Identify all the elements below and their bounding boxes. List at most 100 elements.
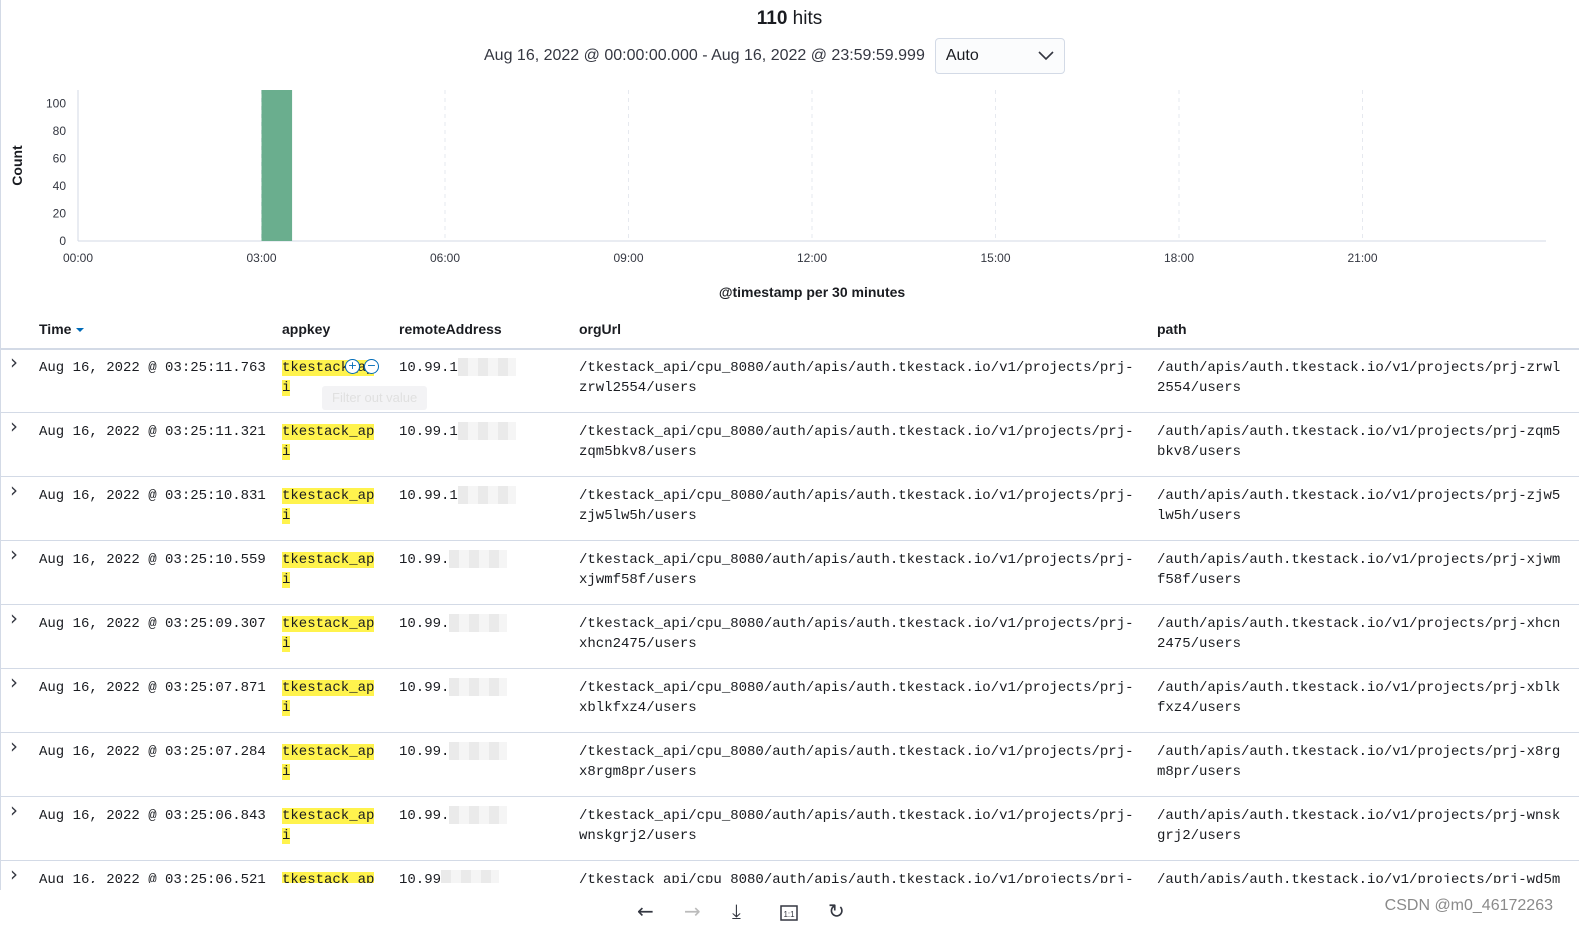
filter-out-tooltip: Filter out value bbox=[322, 386, 428, 410]
redacted-blur bbox=[457, 358, 516, 376]
column-header-path[interactable]: path bbox=[1157, 321, 1187, 337]
x-tick-label: 06:00 bbox=[430, 251, 460, 265]
arrow-right-icon[interactable]: → bbox=[684, 899, 701, 923]
appkey-cell: tkestack_api bbox=[282, 422, 382, 462]
expand-row-chevron-icon[interactable]: › bbox=[10, 800, 18, 820]
path-cell: /auth/apis/auth.tkestack.io/v1/projects/… bbox=[1157, 424, 1561, 460]
path-cell: /auth/apis/auth.tkestack.io/v1/projects/… bbox=[1157, 680, 1561, 716]
path-cell: /auth/apis/auth.tkestack.io/v1/projects/… bbox=[1157, 744, 1561, 780]
watermark: CSDN @m0_46172263 bbox=[1384, 897, 1553, 914]
column-header-org-url[interactable]: orgUrl bbox=[579, 321, 621, 337]
org-url-cell: /tkestack_api/cpu_8080/auth/apis/auth.tk… bbox=[579, 872, 1134, 883]
appkey-cell: tkestack_api bbox=[282, 678, 382, 718]
expand-row-chevron-icon[interactable]: › bbox=[10, 544, 18, 564]
rotate-icon[interactable]: ↻ bbox=[828, 899, 845, 923]
column-header-appkey[interactable]: appkey bbox=[282, 321, 330, 337]
filter-out-value-icon[interactable]: − bbox=[364, 359, 379, 374]
time-cell: Aug 16, 2022 @ 03:25:10.831 bbox=[39, 488, 266, 504]
arrow-left-icon[interactable]: ← bbox=[637, 899, 654, 923]
remote-address-text: 10.99. bbox=[399, 744, 450, 760]
interval-value: Auto bbox=[945, 46, 979, 64]
image-viewer-toolbar: ← → ⤓ 1:1 ↻ bbox=[0, 895, 1579, 930]
expand-row-chevron-icon[interactable]: › bbox=[10, 736, 18, 756]
expand-row-chevron-icon[interactable]: › bbox=[10, 416, 18, 436]
expand-row-chevron-icon[interactable]: › bbox=[10, 672, 18, 692]
appkey-cell: tkestack_api bbox=[282, 486, 382, 526]
filter-for-value-icon[interactable]: + bbox=[345, 359, 360, 374]
table-row[interactable]: › Aug 16, 2022 @ 03:25:07.871 tkestack_api… bbox=[0, 669, 1579, 733]
redacted-blur bbox=[449, 742, 508, 760]
table-header: Time appkey remoteAddress orgUrl path bbox=[0, 314, 1579, 350]
remote-address-text: 10.99. bbox=[399, 808, 450, 824]
column-header-time[interactable]: Time bbox=[39, 321, 85, 337]
hits-label: hits bbox=[792, 8, 823, 29]
org-url-cell: /tkestack_api/cpu_8080/auth/apis/auth.tk… bbox=[579, 488, 1134, 524]
path-cell: /auth/apis/auth.tkestack.io/v1/projects/… bbox=[1157, 808, 1561, 844]
remote-address-text: 10.99. bbox=[399, 616, 450, 632]
time-cell: Aug 16, 2022 @ 03:25:09.307 bbox=[39, 616, 266, 632]
org-url-cell: /tkestack_api/cpu_8080/auth/apis/auth.tk… bbox=[579, 744, 1134, 780]
column-header-remote-address[interactable]: remoteAddress bbox=[399, 321, 502, 337]
appkey-highlight: tkestack_api bbox=[282, 488, 375, 524]
appkey-highlight: tkestack_api bbox=[282, 680, 375, 716]
appkey-cell: tkestack_ap bbox=[282, 870, 382, 883]
remote-address-cell: 10.99.1 bbox=[399, 422, 516, 442]
path-cell: /auth/apis/auth.tkestack.io/v1/projects/… bbox=[1157, 360, 1561, 396]
org-url-cell: /tkestack_api/cpu_8080/auth/apis/auth.tk… bbox=[579, 680, 1134, 716]
expand-row-chevron-icon[interactable]: › bbox=[10, 608, 18, 628]
table-row[interactable]: › Aug 16, 2022 @ 03:25:07.284 tkestack_api… bbox=[0, 733, 1579, 797]
x-axis-label: @timestamp per 30 minutes bbox=[719, 284, 906, 300]
appkey-highlight: tkestack_api bbox=[282, 808, 375, 844]
table-row[interactable]: › Aug 16, 2022 @ 03:25:11.763 tkestack_api… bbox=[0, 349, 1579, 413]
table-row[interactable]: › Aug 16, 2022 @ 03:25:09.307 tkestack_api… bbox=[0, 605, 1579, 669]
sort-descending-icon[interactable] bbox=[75, 326, 85, 334]
remote-address-cell: 10.99 bbox=[399, 870, 500, 883]
table-row[interactable]: › Aug 16, 2022 @ 03:25:06.521 tkestack_ap 1… bbox=[0, 861, 1579, 883]
time-range-row: Aug 16, 2022 @ 00:00:00.000 - Aug 16, 20… bbox=[484, 37, 1065, 74]
table-row[interactable]: › Aug 16, 2022 @ 03:25:11.321 tkestack_api… bbox=[0, 413, 1579, 477]
remote-address-text: 10.99.1 bbox=[399, 488, 458, 504]
appkey-cell: tkestack_api bbox=[282, 742, 382, 782]
x-tick-label: 03:00 bbox=[246, 251, 276, 265]
org-url-cell: /tkestack_api/cpu_8080/auth/apis/auth.tk… bbox=[579, 424, 1134, 460]
time-cell: Aug 16, 2022 @ 03:25:11.763 bbox=[39, 360, 266, 376]
time-cell: Aug 16, 2022 @ 03:25:06.521 bbox=[39, 872, 266, 883]
org-url-cell: /tkestack_api/cpu_8080/auth/apis/auth.tk… bbox=[579, 360, 1134, 396]
appkey-cell: tkestack_api bbox=[282, 550, 382, 590]
histogram-chart[interactable]: 00:00 03:00 06:00 09:00 12:00 15:00 18:00 21:00… bbox=[0, 80, 1579, 305]
x-tick-label: 00:00 bbox=[63, 251, 93, 265]
expand-row-chevron-icon[interactable]: › bbox=[10, 352, 18, 372]
appkey-highlight: tkestack_ap bbox=[282, 872, 375, 883]
remote-address-text: 10.99.1 bbox=[399, 360, 458, 376]
table-row[interactable]: › Aug 16, 2022 @ 03:25:10.559 tkestack_api… bbox=[0, 541, 1579, 605]
org-url-cell: /tkestack_api/cpu_8080/auth/apis/auth.tk… bbox=[579, 616, 1134, 652]
time-cell: Aug 16, 2022 @ 03:25:07.871 bbox=[39, 680, 266, 696]
remote-address-cell: 10.99.1 bbox=[399, 486, 516, 506]
interval-select[interactable]: Auto bbox=[934, 37, 1065, 74]
document-table: › Aug 16, 2022 @ 03:25:11.763 tkestack_api… bbox=[0, 349, 1579, 883]
y-tick-label: 20 bbox=[53, 207, 67, 221]
x-tick-label: 09:00 bbox=[613, 251, 643, 265]
time-cell: Aug 16, 2022 @ 03:25:07.284 bbox=[39, 744, 266, 760]
y-tick-label: 0 bbox=[59, 234, 66, 248]
time-cell: Aug 16, 2022 @ 03:25:06.843 bbox=[39, 808, 266, 824]
actual-size-icon[interactable]: 1:1 bbox=[780, 902, 798, 926]
table-row[interactable]: › Aug 16, 2022 @ 03:25:10.831 tkestack_api… bbox=[0, 477, 1579, 541]
appkey-cell: tkestack_api bbox=[282, 614, 382, 654]
y-tick-label: 100 bbox=[46, 97, 66, 111]
hits-counter: 110 hits bbox=[0, 8, 1579, 30]
remote-address-cell: 10.99. bbox=[399, 806, 508, 826]
x-tick-label: 21:00 bbox=[1347, 251, 1377, 265]
download-icon[interactable]: ⤓ bbox=[732, 899, 741, 923]
table-row[interactable]: › Aug 16, 2022 @ 03:25:06.843 tkestack_api… bbox=[0, 797, 1579, 861]
expand-row-chevron-icon[interactable]: › bbox=[10, 480, 18, 500]
redacted-blur bbox=[457, 422, 516, 440]
org-url-cell: /tkestack_api/cpu_8080/auth/apis/auth.tk… bbox=[579, 552, 1134, 588]
column-header-time-label: Time bbox=[39, 321, 72, 337]
y-tick-label: 60 bbox=[53, 152, 67, 166]
appkey-highlight: tkestack_api bbox=[282, 616, 375, 652]
redacted-blur bbox=[449, 550, 508, 568]
expand-row-chevron-icon[interactable]: › bbox=[10, 864, 18, 883]
path-cell: /auth/apis/auth.tkestack.io/v1/projects/… bbox=[1157, 872, 1561, 883]
svg-text:1:1: 1:1 bbox=[783, 910, 795, 919]
